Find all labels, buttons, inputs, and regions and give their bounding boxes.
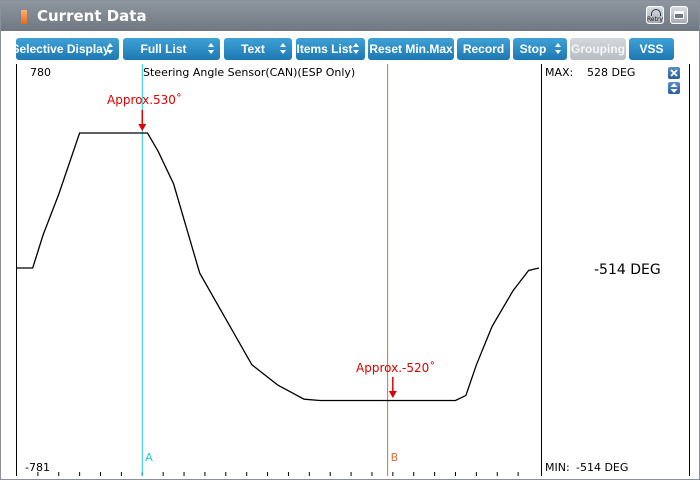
annotation-b-text: Approx.-520˚ [356,361,436,375]
sensor-name-label: Steering Angle Sensor(CAN)(ESP Only) [143,66,356,79]
close-icon[interactable] [668,67,680,79]
annotation-a-text: Approx.530˚ [107,93,182,107]
expand-icon[interactable] [668,82,680,94]
annotation-a-arrow [138,110,147,131]
arrow-head [388,391,397,398]
max-label: MAX: [545,66,574,79]
annotation-b-arrow [388,377,397,398]
min-label: MIN: [545,461,570,474]
y-min-label: -781 [25,461,50,474]
min-value: -514 DEG [576,461,629,474]
panel-border [689,64,690,476]
cursor-b-label: B [390,451,399,464]
cursor-a-label: A [145,451,153,464]
max-value: 528 DEG [587,66,636,79]
current-value: -514 DEG [594,262,661,278]
steering-angle-trace [17,132,540,402]
arrow-head [138,124,147,131]
x-axis-ticks [37,472,519,476]
y-max-label: 780 [30,66,51,79]
